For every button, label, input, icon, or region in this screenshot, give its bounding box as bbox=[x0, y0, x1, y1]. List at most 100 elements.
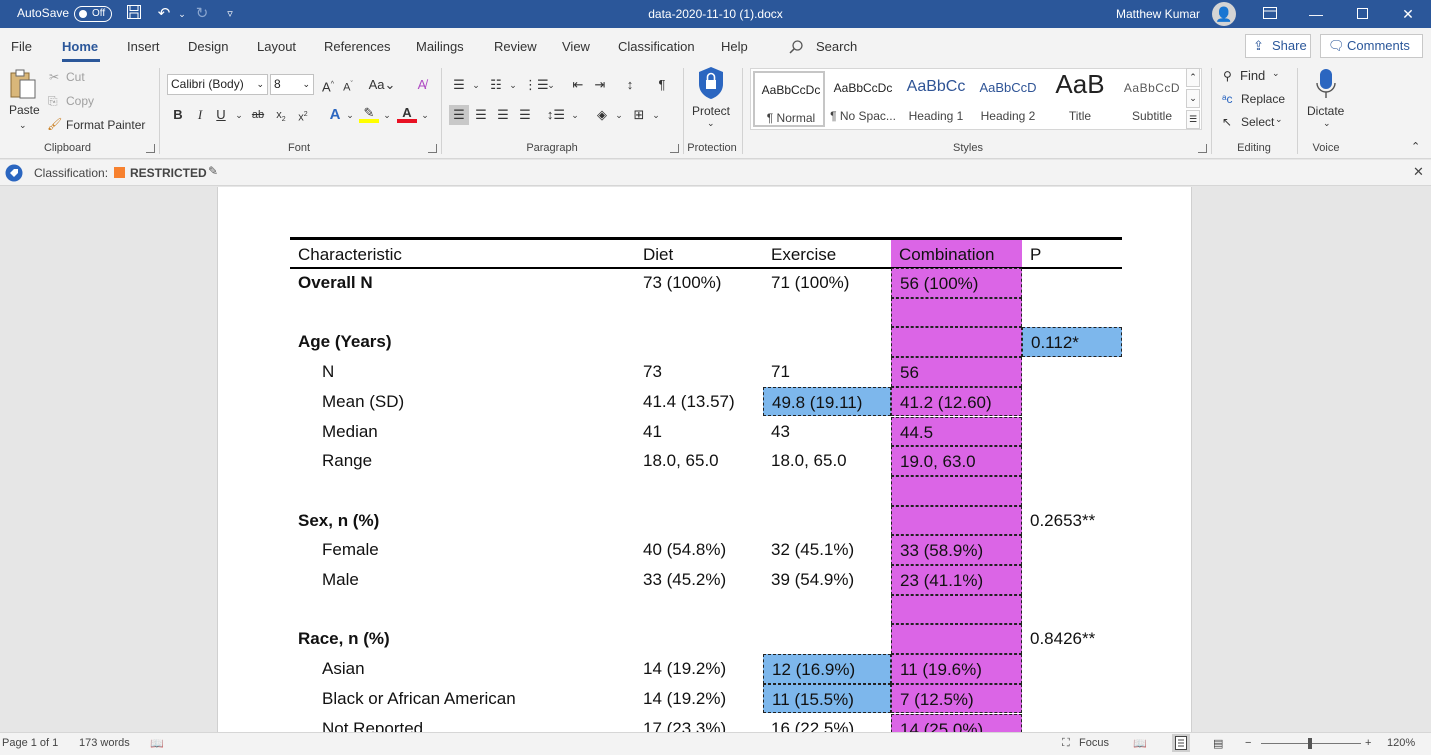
close-bar-icon[interactable]: ✕ bbox=[1413, 164, 1424, 180]
clear-formatting-icon[interactable]: A̸ bbox=[412, 75, 432, 95]
edit-pencil-icon[interactable]: ✎ bbox=[208, 164, 218, 178]
cell-p[interactable] bbox=[1022, 535, 1122, 565]
align-center-icon[interactable]: ☰ bbox=[471, 105, 491, 125]
cell-characteristic[interactable] bbox=[290, 476, 635, 506]
cell-characteristic[interactable] bbox=[290, 298, 635, 328]
cell-exercise[interactable]: 32 (45.1%) bbox=[763, 535, 891, 565]
cell-diet[interactable]: 41 bbox=[635, 417, 763, 447]
more-styles-icon[interactable]: ☰ bbox=[1186, 110, 1200, 129]
cell-diet[interactable]: 40 (54.8%) bbox=[635, 535, 763, 565]
cell-combination[interactable]: 41.2 (12.60) bbox=[891, 386, 1022, 417]
cell-combination[interactable]: 23 (41.1%) bbox=[891, 565, 1022, 595]
cell-characteristic[interactable]: Female bbox=[290, 535, 635, 565]
read-mode-icon[interactable]: 📖 bbox=[1133, 737, 1147, 750]
style-subtitle[interactable]: AaBbCcD Subtitle bbox=[1116, 71, 1188, 127]
cell-p[interactable] bbox=[1022, 446, 1122, 476]
cell-exercise[interactable]: 71 (100%) bbox=[763, 268, 891, 298]
cell-exercise[interactable]: 11 (15.5%) bbox=[763, 683, 891, 714]
cell-diet[interactable]: 33 (45.2%) bbox=[635, 565, 763, 595]
cell-exercise[interactable]: 49.8 (19.11) bbox=[763, 386, 891, 417]
italic-icon[interactable]: I bbox=[190, 105, 210, 125]
cell-characteristic[interactable]: Age (Years) bbox=[290, 327, 635, 357]
cell-characteristic[interactable]: Mean (SD) bbox=[290, 387, 635, 417]
cell-combination[interactable] bbox=[891, 297, 1022, 328]
cell-combination[interactable] bbox=[891, 327, 1022, 358]
page-count[interactable]: Page 1 of 1 bbox=[2, 737, 58, 749]
proofing-icon[interactable]: 📖 bbox=[150, 737, 164, 750]
style-heading-1[interactable]: AaBbCc Heading 1 bbox=[900, 71, 972, 127]
cell-diet[interactable] bbox=[635, 327, 763, 357]
cell-exercise[interactable] bbox=[763, 327, 891, 357]
zoom-out-icon[interactable]: − bbox=[1245, 737, 1251, 749]
increase-indent-icon[interactable]: ⇥ bbox=[590, 75, 610, 95]
cell-combination[interactable] bbox=[891, 505, 1022, 536]
header-p[interactable]: P bbox=[1022, 240, 1122, 267]
header-combination[interactable]: Combination bbox=[891, 240, 1022, 267]
paste-button[interactable]: Paste ⌄ bbox=[8, 68, 40, 130]
cut-button[interactable]: Cut bbox=[66, 70, 85, 84]
cell-characteristic[interactable]: Range bbox=[290, 446, 635, 476]
cell-diet[interactable]: 41.4 (13.57) bbox=[635, 387, 763, 417]
sort-icon[interactable]: ↕ bbox=[620, 75, 640, 95]
text-effects-dropdown-icon[interactable]: ⌄ bbox=[340, 105, 360, 125]
header-exercise[interactable]: Exercise bbox=[763, 240, 891, 267]
style-normal[interactable]: AaBbCcDc ¶ Normal bbox=[753, 71, 825, 127]
comments-button[interactable]: 🗨 Comments bbox=[1320, 34, 1423, 58]
underline-icon[interactable]: U bbox=[211, 105, 231, 125]
avatar[interactable]: 👤 bbox=[1212, 2, 1236, 26]
cell-exercise[interactable]: 71 bbox=[763, 357, 891, 387]
underline-dropdown-icon[interactable]: ⌄ bbox=[229, 105, 249, 125]
cell-diet[interactable] bbox=[635, 298, 763, 328]
cell-diet[interactable] bbox=[635, 624, 763, 654]
header-diet[interactable]: Diet bbox=[635, 240, 763, 267]
strikethrough-icon[interactable]: ab bbox=[248, 105, 268, 125]
select-dropdown-icon[interactable]: ⌄ bbox=[1275, 114, 1283, 125]
scroll-down-icon[interactable]: ⌄ bbox=[1186, 89, 1200, 108]
cell-characteristic[interactable]: N bbox=[290, 357, 635, 387]
tab-layout[interactable]: Layout bbox=[257, 39, 296, 54]
classification-value[interactable]: RESTRICTED bbox=[130, 166, 207, 180]
cell-exercise[interactable]: 18.0, 65.0 bbox=[763, 446, 891, 476]
tab-view[interactable]: View bbox=[562, 39, 590, 54]
tab-insert[interactable]: Insert bbox=[127, 39, 160, 54]
cell-p[interactable] bbox=[1022, 298, 1122, 328]
cell-p[interactable] bbox=[1022, 387, 1122, 417]
tab-design[interactable]: Design bbox=[188, 39, 228, 54]
cell-p[interactable] bbox=[1022, 654, 1122, 684]
font-name-combo[interactable]: Calibri (Body) ⌄ bbox=[167, 74, 268, 95]
cell-combination[interactable]: 56 (100%) bbox=[891, 268, 1022, 298]
cell-p[interactable] bbox=[1022, 684, 1122, 714]
pilcrow-icon[interactable]: ¶ bbox=[652, 75, 672, 95]
cell-diet[interactable]: 73 (100%) bbox=[635, 268, 763, 298]
cell-characteristic[interactable] bbox=[290, 595, 635, 625]
style-no-spacing[interactable]: AaBbCcDc ¶ No Spac... bbox=[827, 71, 899, 127]
tab-file[interactable]: File bbox=[11, 39, 32, 54]
cell-exercise[interactable]: 12 (16.9%) bbox=[763, 654, 891, 684]
cell-combination[interactable]: 33 (58.9%) bbox=[891, 535, 1022, 565]
bullets-dropdown-icon[interactable]: ⌄ bbox=[466, 75, 486, 95]
user-name[interactable]: Matthew Kumar bbox=[1116, 7, 1200, 21]
focus-icon[interactable]: ⛶ bbox=[1062, 737, 1070, 750]
word-count[interactable]: 173 words bbox=[79, 737, 130, 749]
find-button[interactable]: Find bbox=[1240, 68, 1265, 83]
cell-diet[interactable]: 73 bbox=[635, 357, 763, 387]
font-color-icon[interactable]: A bbox=[397, 105, 417, 123]
scroll-up-icon[interactable]: ⌃ bbox=[1186, 68, 1200, 87]
cell-characteristic[interactable]: Median bbox=[290, 417, 635, 447]
cell-diet[interactable] bbox=[635, 476, 763, 506]
tab-review[interactable]: Review bbox=[494, 39, 537, 54]
find-dropdown-icon[interactable]: ⌄ bbox=[1272, 68, 1280, 79]
replace-button[interactable]: Replace bbox=[1241, 92, 1285, 106]
tab-classification[interactable]: Classification bbox=[618, 39, 695, 54]
cell-exercise[interactable]: 16 (22.5%) bbox=[763, 714, 891, 733]
cell-combination[interactable]: 19.0, 63.0 bbox=[891, 446, 1022, 476]
clipboard-launcher-icon[interactable] bbox=[146, 144, 155, 153]
share-button[interactable]: ⇪ Share bbox=[1245, 34, 1311, 58]
cell-p[interactable]: 0.112* bbox=[1022, 327, 1122, 358]
styles-launcher-icon[interactable] bbox=[1198, 144, 1207, 153]
font-size-combo[interactable]: 8 ⌄ bbox=[270, 74, 314, 95]
header-characteristic[interactable]: Characteristic bbox=[290, 240, 635, 267]
cell-p[interactable] bbox=[1022, 476, 1122, 506]
tab-mailings[interactable]: Mailings bbox=[416, 39, 464, 54]
zoom-slider-thumb[interactable] bbox=[1308, 738, 1312, 749]
